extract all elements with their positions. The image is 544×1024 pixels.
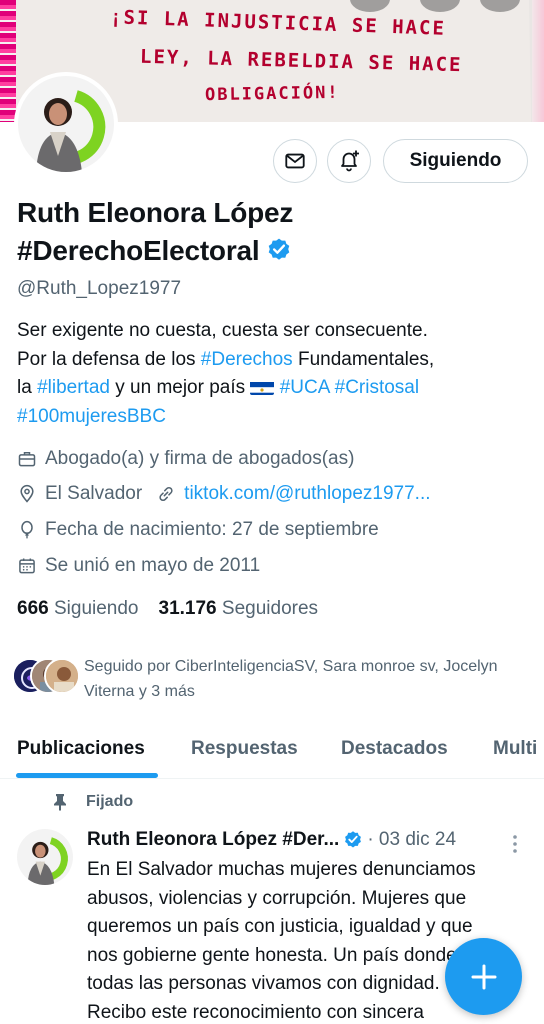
profile-tabs: Publicaciones Respuestas Destacados Mult…: [0, 722, 544, 779]
joined-text: Se unió en mayo de 2011: [45, 555, 261, 576]
followers-link[interactable]: 31.176 Seguidores: [159, 598, 319, 619]
compose-post-button[interactable]: [445, 938, 522, 1015]
profile-category: Abogado(a) y firma de abogados(as): [17, 448, 354, 470]
hashtag-link[interactable]: #100mujeresBBC: [17, 406, 166, 427]
profile-joined: Se unió en mayo de 2011: [17, 555, 260, 577]
banner-fringe-right: [532, 0, 544, 122]
follower-avatar: [44, 658, 80, 694]
bio-line: Por la defensa de los #Derechos Fundamen…: [17, 346, 532, 375]
follow-counts: 666 Siguiendo 31.176 Seguidores: [17, 598, 318, 620]
followed-by-row[interactable]: Seguido por CiberInteligenciaSV, Sara mo…: [12, 654, 532, 704]
tab-multimedia[interactable]: Multi: [493, 738, 537, 760]
tweet-author-avatar[interactable]: [17, 829, 73, 885]
birthday-text: Fecha de nacimiento: 27 de septiembre: [45, 519, 379, 540]
more-options-icon[interactable]: [508, 833, 522, 855]
tab-publicaciones[interactable]: Publicaciones: [17, 738, 145, 760]
profile-birthday: Fecha de nacimiento: 27 de septiembre: [17, 519, 379, 541]
name-line: Ruth Eleonora López: [17, 197, 294, 228]
tweet-text-line: En El Salvador muchas mujeres denunciamo…: [87, 859, 476, 880]
bio-text: Por la defensa de los: [17, 348, 201, 370]
tweet-header: Ruth Eleonora López #Der... · 03 dic 24: [87, 829, 456, 851]
hashtag-link[interactable]: #Cristosal: [335, 377, 419, 398]
tweet-text-line: Recibo este reconocimiento con sincera: [87, 1001, 424, 1023]
followers-label: Seguidores: [221, 598, 319, 619]
message-button[interactable]: [273, 139, 317, 183]
following-button[interactable]: Siguiendo: [383, 139, 528, 183]
link-icon: [156, 484, 176, 504]
followed-by-text: Seguido por CiberInteligenciaSV, Sara mo…: [84, 658, 498, 700]
followers-count: 31.176: [158, 598, 217, 619]
following-label: Siguiendo: [53, 598, 139, 619]
following-count: 666: [17, 598, 49, 619]
hashtag-link[interactable]: #libertad: [37, 377, 110, 398]
name-line-2: #DerechoElectoral: [17, 232, 517, 273]
active-tab-indicator: [16, 773, 158, 778]
profile-handle: @Ruth_Lopez1977: [17, 278, 182, 299]
tweet-text-line: abusos, violencias y corrupción. Mujeres…: [87, 887, 467, 909]
website-link[interactable]: tiktok.com/@ruthlopez1977...: [184, 483, 430, 505]
bio-line: Ser exigente no cuesta, cuesta ser conse…: [17, 320, 428, 341]
location-text: El Salvador: [45, 483, 143, 504]
avatar-photo: [18, 76, 114, 172]
profile-avatar[interactable]: [14, 72, 118, 176]
envelope-icon: [285, 153, 305, 169]
profile-name: Ruth Eleonora López #DerechoElectoral: [17, 194, 517, 273]
plus-icon: [471, 964, 496, 989]
tweet-author-name[interactable]: Ruth Eleonora López #Der...: [87, 829, 339, 851]
tweet-date[interactable]: · 03 dic 24: [367, 829, 456, 851]
briefcase-icon: [17, 449, 37, 469]
name-hashtag: #DerechoElectoral: [17, 235, 260, 266]
hashtag-link[interactable]: #UCA: [280, 377, 330, 398]
banner-fringe: [0, 0, 16, 122]
bio-line: la #libertad y un mejor país #UCA #Crist…: [17, 374, 532, 403]
verified-badge-icon: [343, 830, 363, 850]
pinned-label: Fijado: [52, 793, 133, 811]
bio-line: #100mujeresBBC: [17, 403, 532, 432]
tab-respuestas[interactable]: Respuestas: [191, 738, 298, 760]
following-link[interactable]: 666 Siguiendo: [17, 598, 139, 619]
bell-plus-icon: [341, 150, 359, 172]
pinned-text: Fijado: [86, 793, 134, 810]
banner-text-line: OBLIGACIÓN!: [204, 82, 340, 106]
profile-location-row: El Salvador tiktok.com/@ruthlopez1977...: [17, 483, 431, 505]
bio-text: Fundamentales,: [292, 348, 435, 370]
bio-text: la: [17, 377, 38, 398]
verified-badge-icon: [266, 235, 292, 273]
tweet-text-line: queremos un país con justicia, igualdad …: [87, 916, 473, 937]
profile-bio: Ser exigente no cuesta, cuesta ser conse…: [17, 317, 532, 431]
balloon-icon: [17, 520, 37, 540]
calendar-icon: [17, 556, 37, 576]
hashtag-link[interactable]: #Derechos: [201, 349, 293, 370]
location-pin-icon: [17, 484, 37, 504]
bio-text: y un mejor país: [109, 377, 251, 398]
notifications-button[interactable]: [327, 139, 371, 183]
category-text: Abogado(a) y firma de abogados(as): [45, 448, 355, 469]
tab-destacados[interactable]: Destacados: [341, 738, 448, 760]
pin-icon: [52, 793, 68, 811]
el-salvador-flag-icon: [250, 379, 275, 395]
